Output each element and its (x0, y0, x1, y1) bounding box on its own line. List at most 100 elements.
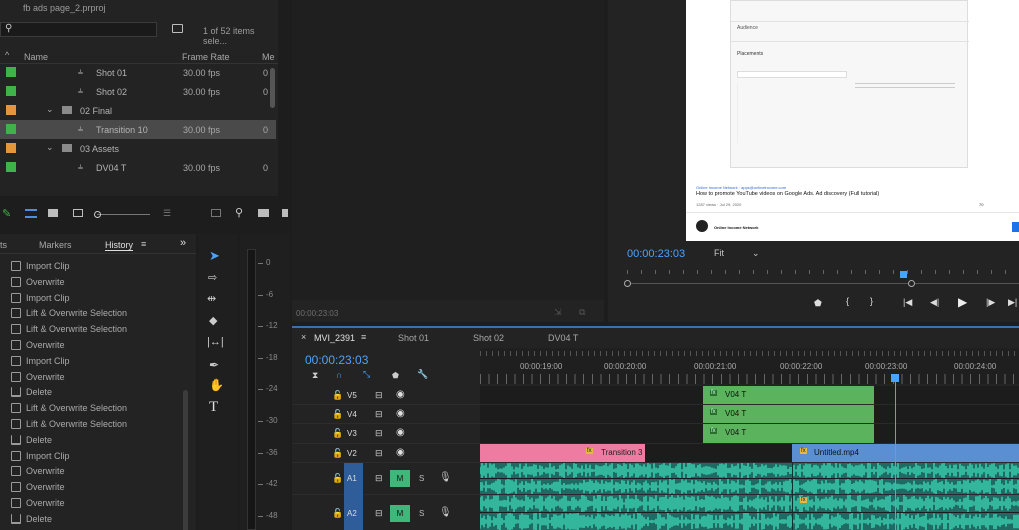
timeline-menu-icon[interactable]: ≡ (361, 332, 366, 342)
step-forward-icon[interactable]: |▶ (986, 297, 995, 308)
history-item[interactable]: Overwrite (0, 495, 190, 511)
history-item[interactable]: Import Clip (0, 353, 190, 369)
label-color-swatch[interactable] (6, 67, 16, 77)
solo-button[interactable]: S (419, 474, 424, 483)
lock-icon[interactable]: 🔓 (332, 409, 343, 420)
tab-effects[interactable]: ts (0, 240, 7, 250)
clip-untitled[interactable]: fx Untitled.mp4 (792, 444, 1019, 462)
history-item[interactable]: Overwrite (0, 369, 190, 385)
history-item[interactable]: Import Clip (0, 448, 190, 464)
export-frame-icon[interactable]: ⇲ (554, 307, 562, 318)
selection-tool-icon[interactable]: ➤ (209, 248, 220, 264)
clip-v4[interactable]: fx V04 T (703, 405, 874, 423)
history-item[interactable]: Lift & Overwrite Selection (0, 400, 190, 416)
solo-button[interactable]: S (419, 509, 424, 518)
ripple-edit-tool-icon[interactable]: ⇹ (207, 292, 216, 305)
sync-lock-icon[interactable]: ⊟ (375, 428, 383, 439)
chevron-down-icon[interactable]: ⌄ (46, 104, 54, 115)
history-item[interactable]: Overwrite (0, 337, 190, 353)
linked-selection-icon[interactable]: ⤡ (363, 369, 370, 380)
track-target-v4[interactable]: V4 (344, 405, 363, 424)
track-target-a1[interactable]: A1 (344, 463, 363, 495)
label-color-swatch[interactable] (6, 86, 16, 96)
sync-lock-icon[interactable]: ⊟ (375, 390, 383, 401)
track-target-v2[interactable]: V2 (344, 444, 363, 463)
hand-tool-icon[interactable]: ✋ (209, 378, 224, 392)
history-item[interactable]: Lift & Overwrite Selection (0, 321, 190, 337)
type-tool-icon[interactable]: T (209, 399, 218, 416)
track-target-v5[interactable]: V5 (344, 386, 363, 405)
track-select-tool-icon[interactable]: ⇨ (208, 271, 217, 284)
sync-lock-icon[interactable]: ⊟ (375, 448, 383, 459)
program-zoom-select[interactable]: Fit ⌄ (714, 248, 762, 262)
lock-icon[interactable]: 🔓 (332, 473, 343, 484)
mute-button[interactable]: M (390, 470, 410, 487)
pencil-icon[interactable]: ✎ (2, 207, 11, 220)
audio-clip[interactable] (480, 513, 1019, 530)
column-media[interactable]: Me (262, 52, 275, 62)
pen-tool-icon[interactable]: ✒ (209, 358, 219, 372)
sync-lock-icon[interactable]: ⊟ (375, 473, 383, 484)
label-color-swatch[interactable] (6, 162, 16, 172)
audio-clip[interactable] (480, 479, 1019, 494)
history-item[interactable]: Overwrite (0, 463, 190, 479)
play-icon[interactable]: ▶ (958, 295, 967, 309)
history-scrollbar[interactable] (183, 390, 188, 530)
new-bin-icon[interactable] (258, 209, 269, 217)
zoom-slider[interactable] (94, 211, 150, 218)
sort-icon[interactable]: ^ (5, 50, 9, 60)
automate-icon[interactable] (211, 209, 221, 217)
add-marker-icon[interactable]: ⬟ (392, 371, 399, 380)
program-ruler[interactable] (624, 268, 1019, 287)
go-to-in-icon[interactable]: |◀ (903, 297, 912, 308)
column-frame-rate[interactable]: Frame Rate (182, 52, 230, 62)
history-item[interactable]: Import Clip (0, 258, 190, 274)
eye-icon[interactable]: ◉ (396, 427, 405, 438)
microphone-icon[interactable]: 🎙 (439, 507, 452, 518)
timeline-tab-2[interactable]: Shot 02 (473, 333, 504, 343)
lock-icon[interactable]: 🔓 (332, 390, 343, 401)
timeline-tab-0[interactable]: MVI_2391 (314, 333, 355, 343)
history-menu-icon[interactable]: ≡ (141, 239, 146, 249)
find-icon[interactable]: ⚲ (235, 206, 243, 219)
new-bin-icon[interactable] (172, 24, 183, 33)
audio-clip[interactable] (480, 495, 1019, 512)
chevron-down-icon[interactable]: ⌄ (46, 142, 54, 153)
project-row[interactable]: ⫨ Transition 10 30.00 fps 0 (0, 120, 276, 139)
sort-icon[interactable]: ☰ (163, 208, 171, 219)
eye-icon[interactable]: ◉ (396, 389, 405, 400)
mark-in-icon[interactable]: { (846, 296, 849, 306)
column-name[interactable]: Name (24, 52, 48, 62)
history-item[interactable]: Import Clip (0, 290, 190, 306)
clip-transition[interactable]: fx Transition 3 (480, 444, 645, 462)
lock-icon[interactable]: 🔓 (332, 508, 343, 519)
clip-v3[interactable]: fx V04 T (703, 424, 874, 443)
history-item[interactable]: Overwrite (0, 274, 190, 290)
icon-view-icon[interactable] (48, 209, 58, 217)
timeline-ruler[interactable]: 00:00:19:00 00:00:20:00 00:00:21:00 00:00:2… (480, 348, 1019, 384)
sync-lock-icon[interactable]: ⊟ (375, 409, 383, 420)
history-item[interactable]: Overwrite (0, 479, 190, 495)
tab-markers[interactable]: Markers (39, 240, 72, 250)
eye-icon[interactable]: ◉ (396, 408, 405, 419)
timeline-timecode[interactable]: 00:00:23:03 (305, 353, 368, 367)
timeline-tab-1[interactable]: Shot 01 (398, 333, 429, 343)
settings-icon[interactable]: ⧉ (579, 307, 585, 318)
lock-icon[interactable]: 🔓 (332, 448, 343, 459)
project-row[interactable]: ⌄ 02 Final (0, 101, 276, 120)
audio-clip[interactable] (480, 463, 1019, 478)
project-scrollbar[interactable] (270, 68, 275, 108)
microphone-icon[interactable]: 🎙 (439, 472, 452, 483)
lock-icon[interactable]: 🔓 (332, 428, 343, 439)
track-target-a2[interactable]: A2 (344, 495, 363, 530)
track-target-v3[interactable]: V3 (344, 424, 363, 444)
clip-v5[interactable]: fx V04 T (703, 386, 874, 404)
program-timecode[interactable]: 00:00:23:03 (627, 248, 685, 260)
timeline-tab-3[interactable]: DV04 T (548, 333, 578, 343)
eye-icon[interactable]: ◉ (396, 447, 405, 458)
label-color-swatch[interactable] (6, 105, 16, 115)
razor-tool-icon[interactable]: ◆ (209, 314, 217, 327)
project-row[interactable]: ⫨ Shot 02 30.00 fps 0 (0, 82, 276, 101)
label-color-swatch[interactable] (6, 124, 16, 134)
freeform-view-icon[interactable] (73, 209, 83, 217)
